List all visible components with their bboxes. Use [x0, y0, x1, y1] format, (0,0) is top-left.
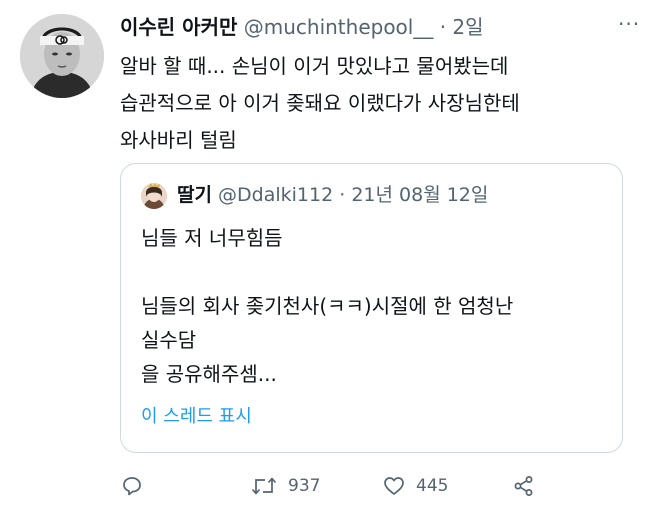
- quoted-text-line: 을 공유해주셈...: [141, 362, 277, 386]
- quoted-text-line: 님들의 회사 좆기천사(ㅋㅋ)시절에 한 엄청난: [141, 294, 514, 318]
- author-name[interactable]: 이수린 아커만: [120, 15, 237, 39]
- quoted-tweet[interactable]: 딸기 @Ddalki112 · 21년 08월 12일 님들 저 너무힘듬 님들…: [120, 163, 623, 453]
- tweet-actions: 937 445: [120, 472, 640, 502]
- share-icon: [514, 476, 533, 496]
- quoted-author-avatar: [141, 183, 167, 209]
- retweet-button[interactable]: 937: [250, 472, 320, 500]
- tweet-text: 알바 할 때... 손님이 이거 맛있냐고 물어봤는데 습관적으로 아 이거 좆…: [120, 48, 640, 159]
- reply-icon: [123, 477, 141, 496]
- heart-icon: [384, 477, 404, 495]
- like-button[interactable]: 445: [382, 472, 448, 500]
- author-avatar[interactable]: [20, 14, 104, 98]
- quoted-time: 21년 08월 12일: [351, 184, 489, 206]
- quoted-author-name: 딸기: [177, 184, 212, 206]
- tweet-time[interactable]: 2일: [452, 15, 483, 39]
- tweet-header: 이수린 아커만 @muchinthepool__ · 2일: [120, 12, 484, 42]
- retweet-icon: [251, 477, 277, 495]
- quoted-text-line: 실수담: [141, 328, 197, 352]
- retweet-count: 937: [288, 476, 321, 496]
- tweet-text-line: 알바 할 때... 손님이 이거 맛있냐고 물어봤는데: [120, 54, 509, 78]
- tweet-text-line: 와사바리 털림: [120, 128, 237, 152]
- quoted-header: 딸기 @Ddalki112 · 21년 08월 12일: [177, 180, 488, 210]
- quoted-author-handle: @Ddalki112: [218, 184, 334, 206]
- quoted-text-line: 님들 저 너무힘듬: [141, 226, 283, 250]
- tweet-text-line: 습관적으로 아 이거 좆돼요 이랬다가 사장님한테: [120, 91, 520, 115]
- quoted-separator: ·: [339, 184, 346, 206]
- share-button[interactable]: [512, 472, 536, 500]
- author-handle[interactable]: @muchinthepool__: [244, 15, 434, 39]
- quoted-text: 님들 저 너무힘듬 님들의 회사 좆기천사(ㅋㅋ)시절에 한 엄청난 실수담 을…: [141, 221, 611, 391]
- quoted-text-line: [141, 255, 611, 289]
- reply-button[interactable]: [120, 472, 144, 500]
- header-separator: ·: [439, 15, 447, 39]
- like-count: 445: [416, 476, 449, 496]
- more-options-icon[interactable]: ···: [618, 12, 640, 36]
- show-thread-link[interactable]: 이 스레드 표시: [141, 402, 252, 428]
